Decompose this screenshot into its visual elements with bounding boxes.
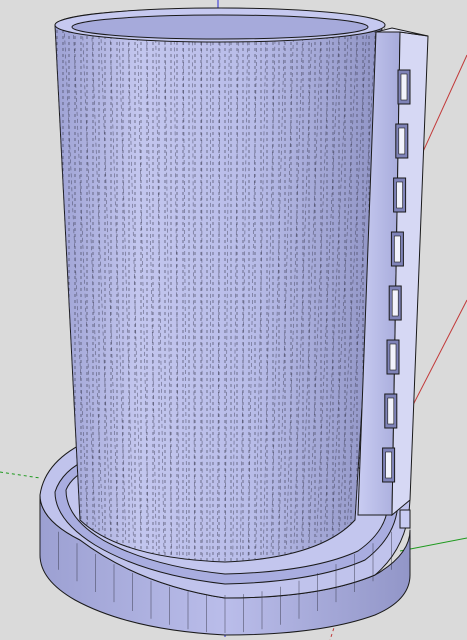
- side-bar-slot-inner: [389, 343, 397, 371]
- side-bar-slot-inner: [391, 289, 399, 317]
- cylinder-opening: [71, 14, 369, 40]
- 3d-scene[interactable]: [0, 0, 467, 640]
- side-bar-slot-inner: [394, 235, 401, 263]
- side-bar-slot-inner: [396, 181, 403, 209]
- side-bar-slot-inner: [398, 127, 406, 155]
- side-bar-slot-inner: [387, 397, 395, 425]
- side-bar-slot-inner: [400, 73, 408, 101]
- side-bar-foot: [399, 509, 411, 529]
- modeling-viewport[interactable]: [0, 0, 467, 640]
- side-bar-slot-inner: [385, 451, 392, 479]
- cylinder[interactable]: [54, 7, 386, 563]
